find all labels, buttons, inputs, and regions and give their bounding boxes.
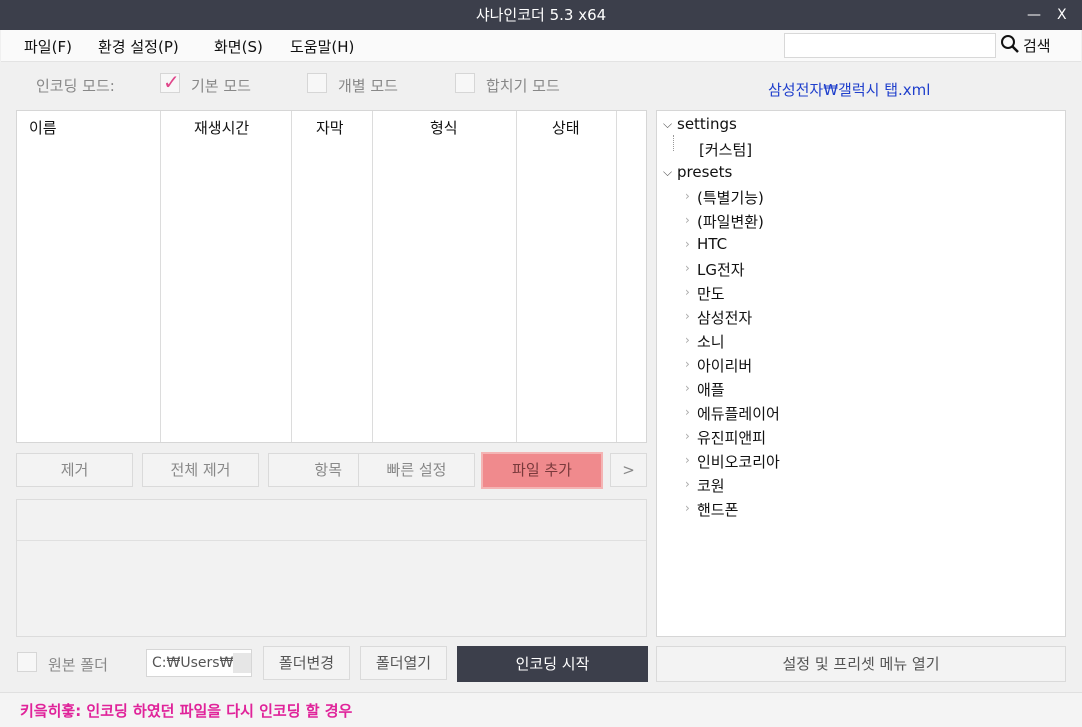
- column-header[interactable]: 재생시간: [194, 117, 249, 138]
- remove-button[interactable]: 제거: [16, 453, 133, 487]
- change-folder-button[interactable]: 폴더변경: [263, 646, 350, 680]
- redacted-block: [233, 653, 251, 673]
- column-format[interactable]: 형식: [373, 111, 517, 442]
- tree-node-preset[interactable]: 핸드폰: [697, 499, 738, 520]
- minimize-button[interactable]: —: [1027, 0, 1041, 30]
- check-icon: ✓: [163, 70, 180, 94]
- tree-connector: [673, 135, 674, 151]
- tree-node-preset[interactable]: HTC: [697, 235, 727, 253]
- column-header[interactable]: 형식: [430, 117, 458, 138]
- chevron-right-icon[interactable]: ›: [685, 405, 690, 419]
- chevron-right-icon[interactable]: ›: [685, 261, 690, 275]
- individual-mode-label[interactable]: 개별 모드: [338, 75, 398, 96]
- remove-all-button[interactable]: 전체 제거: [142, 453, 259, 487]
- column-header[interactable]: 이름: [29, 117, 57, 138]
- tree-node-preset[interactable]: 인비오코리아: [697, 451, 780, 472]
- status-message: 키읔히훟: 인코딩 하였던 파일을 다시 인코딩 할 경우: [20, 702, 353, 720]
- open-preset-menu-button[interactable]: 설정 및 프리셋 메뉴 열기: [656, 646, 1066, 682]
- chevron-right-icon[interactable]: ›: [685, 189, 690, 203]
- source-folder-checkbox[interactable]: [17, 652, 37, 672]
- search-input[interactable]: [784, 33, 996, 58]
- column-duration[interactable]: 재생시간: [161, 111, 292, 442]
- chevron-right-icon[interactable]: ›: [685, 381, 690, 395]
- search-icon[interactable]: [999, 33, 1021, 55]
- tree-node-preset[interactable]: (특별기능): [697, 187, 764, 208]
- tree-node-presets[interactable]: presets: [677, 163, 732, 181]
- tree-node-preset[interactable]: 삼성전자: [697, 307, 752, 328]
- column-name[interactable]: 이름: [17, 111, 161, 442]
- column-header[interactable]: 상태: [552, 117, 580, 138]
- chevron-right-icon[interactable]: ›: [685, 429, 690, 443]
- open-folder-button[interactable]: 폴더열기: [360, 646, 447, 680]
- divider: [17, 540, 646, 541]
- tree-node-preset[interactable]: 만도: [697, 283, 725, 304]
- basic-mode-label[interactable]: 기본 모드: [191, 75, 251, 96]
- tree-node-preset[interactable]: 코원: [697, 475, 725, 496]
- search-label[interactable]: 검색: [1023, 35, 1051, 56]
- more-button[interactable]: >: [610, 453, 647, 487]
- start-encoding-button[interactable]: 인코딩 시작: [457, 646, 648, 682]
- merge-mode-checkbox[interactable]: [455, 73, 475, 93]
- output-path-text: C:₩Users₩: [152, 655, 234, 671]
- quick-settings-button[interactable]: 빠른 설정: [358, 453, 475, 487]
- menu-file[interactable]: 파일(F): [24, 36, 72, 57]
- chevron-right-icon[interactable]: ›: [685, 501, 690, 515]
- column-status[interactable]: 상태: [517, 111, 617, 442]
- add-file-button[interactable]: 파일 추가: [481, 452, 603, 489]
- tree-node-settings[interactable]: settings: [677, 115, 737, 133]
- column-subtitle[interactable]: 자막: [292, 111, 373, 442]
- window-title: 샤나인코더 5.3 x64: [475, 6, 607, 24]
- chevron-down-icon[interactable]: ⌵: [663, 117, 672, 132]
- menu-bar: 파일(F) 환경 설정(P) 화면(S) 도움말(H) 검색: [1, 30, 1081, 62]
- chevron-right-icon[interactable]: ›: [685, 453, 690, 467]
- chevron-right-icon[interactable]: ›: [685, 237, 690, 251]
- menu-help[interactable]: 도움말(H): [290, 36, 354, 57]
- chevron-right-icon[interactable]: ›: [685, 309, 690, 323]
- chevron-right-icon[interactable]: ›: [685, 213, 690, 227]
- chevron-right-icon[interactable]: ›: [685, 477, 690, 491]
- main-window: 샤나인코더 5.3 x64 — X 파일(F) 환경 설정(P) 화면(S) 도…: [0, 0, 1082, 727]
- tree-node-preset[interactable]: (파일변환): [697, 211, 764, 232]
- preset-tree[interactable]: ⌵ settings [커스텀] ⌵ presets › (특별기능) › (파…: [656, 110, 1066, 637]
- tree-node-preset[interactable]: 소니: [697, 331, 725, 352]
- tree-node-preset[interactable]: 아이리버: [697, 355, 752, 376]
- info-panel: [16, 499, 647, 637]
- merge-mode-label[interactable]: 합치기 모드: [486, 75, 560, 96]
- status-bar: 키읔히훟: 인코딩 하였던 파일을 다시 인코딩 할 경우: [0, 692, 1082, 727]
- tree-node-preset[interactable]: 유진피앤피: [697, 427, 766, 448]
- output-path-field[interactable]: C:₩Users₩: [146, 649, 252, 677]
- menu-view[interactable]: 화면(S): [214, 36, 263, 57]
- tree-node-preset[interactable]: 에듀플레이어: [697, 403, 780, 424]
- menu-settings[interactable]: 환경 설정(P): [98, 36, 179, 57]
- preset-path: 삼성전자₩갤럭시 탭.xml: [768, 81, 931, 99]
- chevron-down-icon[interactable]: ⌵: [663, 165, 672, 180]
- tree-node-preset[interactable]: LG전자: [697, 259, 745, 280]
- chevron-right-icon[interactable]: ›: [685, 357, 690, 371]
- tree-node-custom[interactable]: [커스텀]: [699, 139, 752, 160]
- source-folder-label[interactable]: 원본 폴더: [48, 654, 108, 675]
- chevron-right-icon[interactable]: ›: [685, 333, 690, 347]
- column-header[interactable]: 자막: [316, 117, 344, 138]
- file-list-table[interactable]: 이름 재생시간 자막 형식 상태: [16, 110, 647, 443]
- title-bar: 샤나인코더 5.3 x64 — X: [0, 0, 1082, 30]
- basic-mode-checkbox[interactable]: ✓: [160, 70, 180, 94]
- individual-mode-checkbox[interactable]: [307, 73, 327, 93]
- chevron-right-icon[interactable]: ›: [685, 285, 690, 299]
- encoding-mode-label: 인코딩 모드:: [36, 77, 115, 95]
- tree-node-preset[interactable]: 애플: [697, 379, 725, 400]
- close-button[interactable]: X: [1057, 0, 1067, 30]
